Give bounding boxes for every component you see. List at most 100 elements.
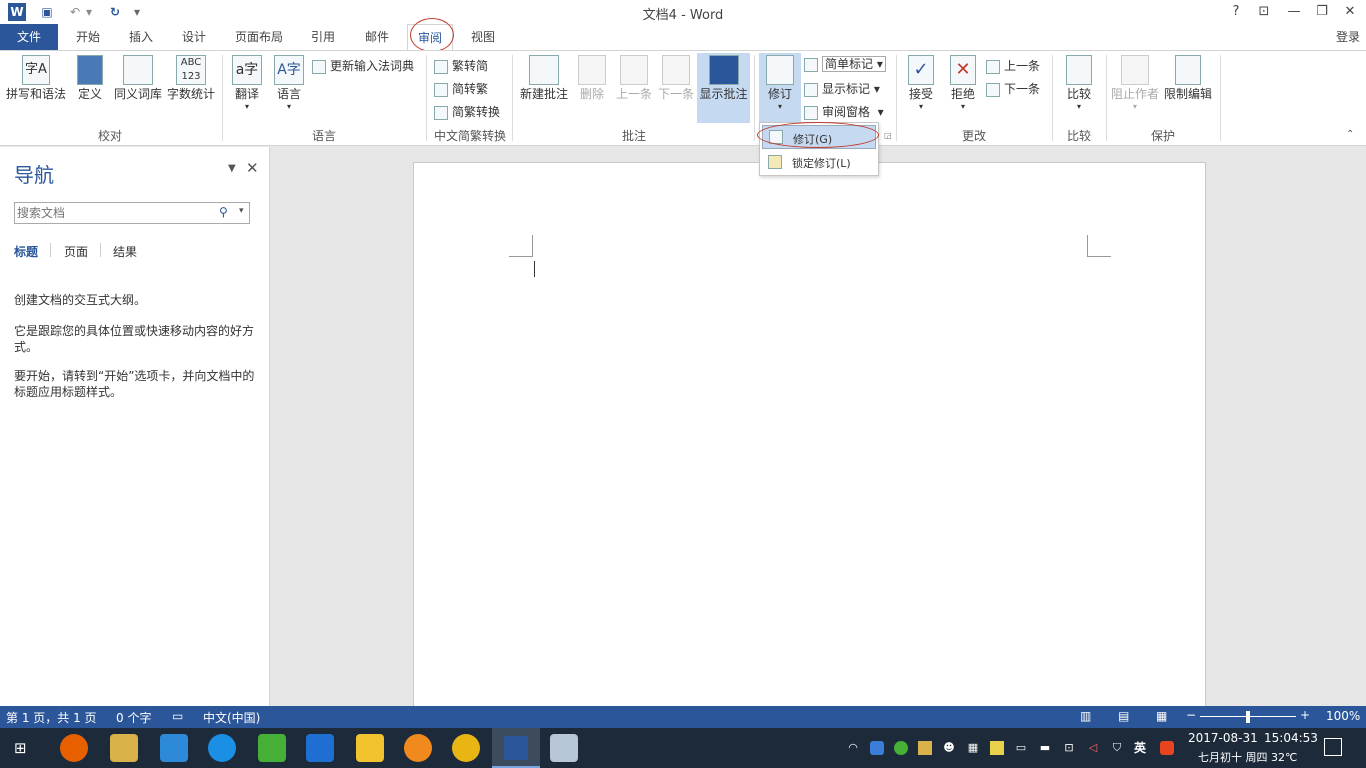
- language-status[interactable]: 中文(中国): [203, 709, 260, 726]
- markup-select[interactable]: 简单标记 ▾: [804, 55, 886, 72]
- markup-select-value[interactable]: 简单标记 ▾: [822, 56, 886, 72]
- document-page[interactable]: [413, 162, 1206, 722]
- mail-client-icon[interactable]: [160, 734, 188, 762]
- accept-button[interactable]: ✓ 接受 ▾: [902, 55, 940, 111]
- sogou-icon[interactable]: [1160, 741, 1174, 755]
- notes-icon[interactable]: [990, 741, 1004, 755]
- new-comment-button[interactable]: 新建批注: [518, 55, 570, 102]
- wechat-icon[interactable]: [258, 734, 286, 762]
- tab-file[interactable]: 文件: [0, 24, 58, 50]
- dialog-launcher-icon[interactable]: ◲: [884, 131, 892, 140]
- firefox-icon[interactable]: [60, 734, 88, 762]
- prev-change-button[interactable]: 上一条: [986, 57, 1040, 74]
- track-changes-button[interactable]: 修订 ▾: [759, 53, 801, 123]
- tab-design[interactable]: 设计: [172, 24, 216, 50]
- nav-tab-pages[interactable]: 页面: [64, 243, 88, 260]
- paint-icon[interactable]: [550, 734, 578, 762]
- define-button[interactable]: 定义: [72, 55, 108, 102]
- clock-date[interactable]: 2017-08-31: [1188, 731, 1258, 745]
- zoom-slider-thumb[interactable]: [1246, 711, 1250, 723]
- tab-layout[interactable]: 页面布局: [226, 24, 292, 50]
- convert-button[interactable]: 简繁转换: [434, 103, 500, 120]
- downloader-icon[interactable]: [452, 734, 480, 762]
- search-icon[interactable]: ⚲: [219, 205, 228, 219]
- delete-comment-button[interactable]: 删除: [574, 55, 610, 102]
- tab-references[interactable]: 引用: [300, 24, 346, 50]
- nav-tab-headings[interactable]: 标题: [14, 243, 38, 260]
- close-button[interactable]: ✕: [1336, 0, 1364, 24]
- tab-mailings[interactable]: 邮件: [354, 24, 400, 50]
- network-icon[interactable]: ⊡: [1062, 741, 1076, 755]
- menu-item-lock-tracking[interactable]: 锁定修订(L): [762, 151, 876, 173]
- help-button[interactable]: ?: [1222, 0, 1250, 24]
- restrict-editing-button[interactable]: 限制编辑: [1162, 55, 1214, 102]
- windows-start-icon[interactable]: ⊞: [14, 740, 32, 756]
- grid-icon[interactable]: ▦: [966, 741, 980, 755]
- to-simplified-button[interactable]: 繁转简: [434, 57, 488, 74]
- show-comments-button[interactable]: 显示批注: [697, 53, 750, 123]
- proofing-icon[interactable]: ▭: [172, 709, 183, 723]
- nav-search-box[interactable]: ⚲ ▾: [14, 202, 250, 224]
- read-mode-icon[interactable]: ▥: [1080, 709, 1091, 723]
- signin-link[interactable]: 登录: [1330, 24, 1366, 50]
- ime-indicator[interactable]: 英: [1133, 741, 1147, 755]
- shield-icon[interactable]: ⛉: [1110, 741, 1124, 755]
- volume-muted-icon[interactable]: ◁: [1086, 741, 1100, 755]
- show-markup-button[interactable]: 显示标记 ▾: [804, 80, 880, 97]
- next-change-button[interactable]: 下一条: [986, 80, 1040, 97]
- notification-icon[interactable]: [1324, 738, 1342, 756]
- zoom-out-icon[interactable]: −: [1186, 708, 1196, 722]
- prev-comment-button[interactable]: 上一条: [614, 55, 654, 102]
- file-explorer-icon[interactable]: [356, 734, 384, 762]
- tab-view[interactable]: 视图: [460, 24, 506, 50]
- battery-icon[interactable]: ▬: [1038, 741, 1052, 755]
- zoom-in-icon[interactable]: +: [1300, 708, 1310, 722]
- word-taskbar-button[interactable]: [492, 728, 540, 768]
- redo-icon[interactable]: ↻: [106, 3, 124, 21]
- search-dropdown-icon[interactable]: ▾: [239, 206, 244, 216]
- tab-insert[interactable]: 插入: [118, 24, 164, 50]
- nav-options-icon[interactable]: ▼: [228, 163, 236, 174]
- security-icon[interactable]: [870, 741, 884, 755]
- customize-qat-icon[interactable]: ▾: [132, 3, 142, 21]
- tray-app-icon[interactable]: [918, 741, 932, 755]
- media-player-icon[interactable]: [404, 734, 432, 762]
- thesaurus-button[interactable]: 同义词库: [112, 55, 164, 102]
- review-pane-button[interactable]: 审阅窗格 ▾: [804, 103, 884, 120]
- compare-button[interactable]: 比较 ▾: [1058, 55, 1100, 111]
- translate-button[interactable]: a字 翻译 ▾: [228, 55, 266, 111]
- block-authors-button[interactable]: 阻止作者 ▾: [1110, 55, 1160, 111]
- next-comment-button[interactable]: 下一条: [656, 55, 696, 102]
- save-icon[interactable]: ▣: [38, 3, 56, 21]
- word-count[interactable]: 0 个字: [116, 709, 151, 726]
- nav-search-input[interactable]: [17, 204, 213, 222]
- to-traditional-button[interactable]: 简转繁: [434, 80, 488, 97]
- spelling-grammar-button[interactable]: 字A 拼写和语法: [4, 55, 68, 102]
- word-count-button[interactable]: ABC 123 字数统计: [166, 55, 216, 102]
- web-layout-icon[interactable]: ▦: [1156, 709, 1167, 723]
- word-app-icon[interactable]: W: [8, 3, 26, 21]
- restore-button[interactable]: ❐: [1308, 0, 1336, 24]
- wifi-icon[interactable]: ◠: [846, 741, 860, 755]
- update-ime-button[interactable]: 更新输入法词典: [312, 57, 414, 74]
- file-explorer-alt-icon[interactable]: [110, 734, 138, 762]
- tab-home[interactable]: 开始: [64, 24, 112, 50]
- zoom-level[interactable]: 100%: [1326, 709, 1360, 723]
- print-layout-icon[interactable]: ▤: [1118, 709, 1129, 723]
- ribbon-display-button[interactable]: ⊡: [1250, 0, 1278, 24]
- undo-dropdown-icon[interactable]: ▾: [84, 3, 94, 21]
- monitor-icon[interactable]: ▭: [1014, 741, 1028, 755]
- minimize-button[interactable]: —: [1280, 0, 1308, 24]
- wechat-tray-icon[interactable]: [894, 741, 908, 755]
- clock-time[interactable]: 15:04:53: [1264, 731, 1318, 745]
- clock-lunar[interactable]: 七月初十 周四 32℃: [1198, 749, 1297, 765]
- collapse-ribbon-icon[interactable]: ⌃: [1346, 129, 1354, 140]
- browser-q-icon[interactable]: [208, 734, 236, 762]
- edge-icon[interactable]: [306, 734, 334, 762]
- qq-icon[interactable]: ☻: [942, 741, 956, 755]
- reject-button[interactable]: ✕ 拒绝 ▾: [944, 55, 982, 111]
- undo-icon[interactable]: ↶: [66, 3, 84, 21]
- nav-tab-results[interactable]: 结果: [113, 243, 137, 260]
- language-button[interactable]: A字 语言 ▾: [270, 55, 308, 111]
- page-count[interactable]: 第 1 页，共 1 页: [6, 709, 97, 726]
